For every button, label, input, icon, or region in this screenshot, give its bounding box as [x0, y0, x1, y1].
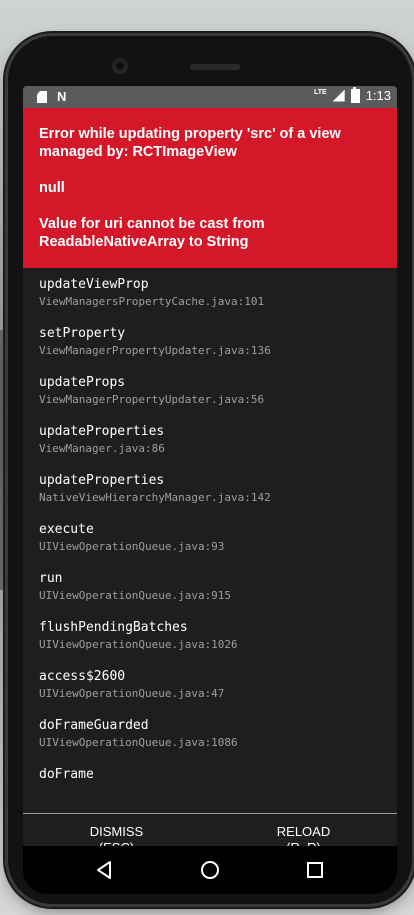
stack-frame-method: flushPendingBatches — [39, 620, 188, 635]
stack-frame[interactable]: updateProperties ViewManager.java:86 — [39, 423, 397, 472]
stack-frame-file: UIViewOperationQueue.java:1026 — [39, 638, 238, 651]
stack-frame-method: execute — [39, 522, 94, 537]
lte-signal-icon — [332, 89, 345, 102]
stack-frame[interactable]: execute UIViewOperationQueue.java:93 — [39, 521, 397, 570]
status-icons-right: LTE 1:13 — [313, 86, 391, 103]
stack-frame-method: updateProperties — [39, 424, 165, 439]
android-nav-bar — [23, 846, 397, 894]
stack-frame[interactable]: updateProps ViewManagerPropertyUpdater.j… — [39, 374, 397, 423]
stack-frame-method: updateProps — [39, 375, 126, 390]
front-camera — [112, 58, 128, 74]
stack-frame-file: ViewManagerPropertyUpdater.java:136 — [39, 344, 271, 357]
sd-card-icon — [37, 91, 47, 103]
home-button[interactable] — [190, 850, 230, 890]
stack-frame-method: updateViewProp — [39, 277, 149, 292]
stack-frame-file: UIViewOperationQueue.java:915 — [39, 589, 232, 602]
status-bar: N LTE 1:13 — [23, 86, 397, 108]
status-icons-left: N — [37, 90, 66, 104]
stack-frame-file: UIViewOperationQueue.java:47 — [39, 687, 225, 700]
stack-frame-method: access$2600 — [39, 669, 126, 684]
stack-frame-file: ViewManagersPropertyCache.java:101 — [39, 295, 265, 308]
error-value: null — [39, 180, 65, 196]
back-icon — [97, 861, 112, 879]
stack-frame[interactable]: run UIViewOperationQueue.java:915 — [39, 570, 397, 619]
battery-icon — [350, 86, 360, 103]
error-title: Error while updating property 'src' of a… — [39, 126, 341, 160]
network-type: LTE — [313, 89, 327, 96]
stack-frame-file: ViewManager.java:86 — [39, 442, 165, 455]
stack-frame-method: updateProperties — [39, 473, 165, 488]
error-header: Error while updating property 'src' of a… — [23, 108, 397, 268]
stack-frame-method: doFrame — [39, 767, 94, 782]
stack-frame-method: run — [39, 571, 63, 586]
status-time: 1:13 — [365, 88, 391, 103]
phone-frame: N LTE 1:13 Error while updating property… — [8, 36, 412, 904]
stack-frame[interactable]: updateProperties NativeViewHierarchyMana… — [39, 472, 397, 521]
stack-frame-file: UIViewOperationQueue.java:1086 — [39, 736, 238, 749]
stack-frame[interactable]: updateViewProp ViewManagersPropertyCache… — [39, 276, 397, 325]
stack-frame[interactable]: doFrameGuarded UIViewOperationQueue.java… — [39, 717, 397, 766]
stack-frame-method: doFrameGuarded — [39, 718, 149, 733]
stack-frame[interactable]: doFrame — [39, 766, 397, 796]
back-button[interactable] — [85, 850, 125, 890]
recents-button[interactable] — [295, 850, 335, 890]
n-notification-icon: N — [57, 89, 67, 104]
stack-frame[interactable]: access$2600 UIViewOperationQueue.java:47 — [39, 668, 397, 717]
stack-frame-file: NativeViewHierarchyManager.java:142 — [39, 491, 271, 504]
stack-frame-method: setProperty — [39, 326, 126, 341]
error-message: Value for uri cannot be cast from Readab… — [39, 216, 265, 250]
stack-frame-file: ViewManagerPropertyUpdater.java:56 — [39, 393, 265, 406]
home-icon — [200, 861, 219, 879]
recents-icon — [306, 862, 323, 878]
stack-frame[interactable]: setProperty ViewManagerPropertyUpdater.j… — [39, 325, 397, 374]
stack-trace-list[interactable]: updateViewProp ViewManagersPropertyCache… — [23, 268, 397, 796]
stack-frame-file: UIViewOperationQueue.java:93 — [39, 540, 225, 553]
earpiece-speaker — [190, 64, 240, 70]
stack-frame[interactable]: flushPendingBatches UIViewOperationQueue… — [39, 619, 397, 668]
phone-screen: N LTE 1:13 Error while updating property… — [23, 86, 397, 894]
